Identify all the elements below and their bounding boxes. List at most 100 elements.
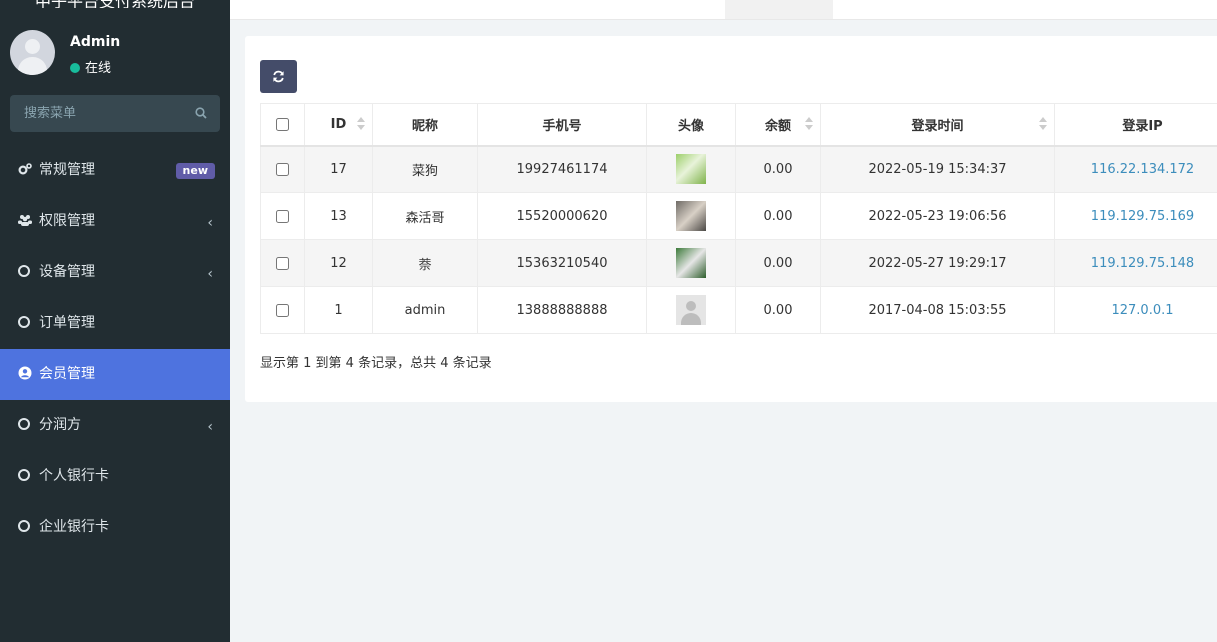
table-row: 1 admin 13888888888 0.00 2017-04-08 15:0… xyxy=(260,286,1217,334)
column-header-avatar: 头像 xyxy=(646,103,736,147)
circle-icon xyxy=(18,265,30,277)
tab[interactable] xyxy=(420,0,480,19)
cell-phone: 15520000620 xyxy=(477,192,647,240)
login-ip-link[interactable]: 119.129.75.169 xyxy=(1054,192,1217,240)
login-ip-link[interactable]: 116.22.134.172 xyxy=(1054,145,1217,193)
menu-search xyxy=(10,95,220,132)
sidebar-item-label: 常规管理 xyxy=(39,162,95,178)
cell-login-time: 2022-05-19 15:34:37 xyxy=(820,145,1055,193)
chevron-left-icon: ‹ xyxy=(207,215,213,231)
sidebar-item-members[interactable]: 会员管理 xyxy=(0,349,230,400)
sidebar-item-company-bank-card[interactable]: 企业银行卡 xyxy=(0,502,230,553)
sidebar-item-label: 分润方 xyxy=(39,417,81,433)
tab-active[interactable] xyxy=(725,0,833,19)
sidebar-menu: 常规管理 new 权限管理 ‹ 设备管理 ‹ 订单管理 会员管理 分润方 ‹ 个… xyxy=(0,145,230,553)
cell-nickname: admin xyxy=(372,286,478,334)
row-checkbox[interactable] xyxy=(276,256,289,270)
tab[interactable] xyxy=(630,0,710,19)
avatar xyxy=(10,30,55,75)
user-circle-icon xyxy=(18,366,32,380)
avatar-thumbnail[interactable] xyxy=(676,201,706,231)
column-header-id[interactable]: ID xyxy=(304,103,373,147)
user-status: 在线 xyxy=(70,57,111,76)
tab[interactable] xyxy=(290,0,370,19)
sidebar-item-permissions[interactable]: 权限管理 ‹ xyxy=(0,196,230,247)
tab[interactable] xyxy=(505,0,595,19)
sort-icon[interactable] xyxy=(805,117,813,131)
brand-title: 中子平台支付系统后台 xyxy=(0,0,230,8)
search-icon[interactable] xyxy=(195,107,207,119)
refresh-button[interactable] xyxy=(260,60,297,93)
user-status-label: 在线 xyxy=(85,61,112,76)
sidebar: 中子平台支付系统后台 Admin 在线 常规管理 new 权限管理 xyxy=(0,0,230,642)
tab[interactable] xyxy=(850,0,930,19)
sort-icon[interactable] xyxy=(1039,117,1047,131)
top-tab-bar xyxy=(230,0,1217,20)
default-avatar-thumbnail[interactable] xyxy=(676,295,706,325)
table-row: 12 萘 15363210540 0.00 2022-05-27 19:29:1… xyxy=(260,239,1217,287)
cell-nickname: 萘 xyxy=(372,239,478,287)
table-row: 13 森活哥 15520000620 0.00 2022-05-23 19:06… xyxy=(260,192,1217,240)
content-panel: ID 昵称 手机号 头像 余额 登录时间 登录IP 17 菜狗 19927461… xyxy=(245,36,1217,402)
sidebar-item-label: 企业银行卡 xyxy=(39,519,109,535)
column-header-nickname: 昵称 xyxy=(372,103,478,147)
chevron-left-icon: ‹ xyxy=(207,266,213,282)
row-checkbox[interactable] xyxy=(276,209,289,223)
cell-balance: 0.00 xyxy=(735,145,821,193)
cell-login-time: 2022-05-23 19:06:56 xyxy=(820,192,1055,240)
row-checkbox[interactable] xyxy=(276,162,289,176)
cell-phone: 19927461174 xyxy=(477,145,647,193)
cell-id: 13 xyxy=(304,192,373,240)
cell-id: 12 xyxy=(304,239,373,287)
sidebar-item-general[interactable]: 常规管理 new xyxy=(0,145,230,196)
avatar-thumbnail[interactable] xyxy=(676,248,706,278)
cogs-icon xyxy=(18,163,32,175)
row-checkbox[interactable] xyxy=(276,303,289,317)
circle-icon xyxy=(18,316,30,328)
search-input[interactable] xyxy=(10,95,180,132)
tab[interactable] xyxy=(1065,0,1165,19)
circle-icon xyxy=(18,418,30,430)
sidebar-item-label: 权限管理 xyxy=(39,213,95,229)
refresh-icon xyxy=(273,70,284,83)
sort-icon[interactable] xyxy=(357,117,365,131)
cell-id: 1 xyxy=(304,286,373,334)
new-badge: new xyxy=(175,163,215,179)
user-name: Admin xyxy=(70,34,121,50)
sidebar-item-devices[interactable]: 设备管理 ‹ xyxy=(0,247,230,298)
select-all-checkbox[interactable] xyxy=(276,117,289,131)
login-ip-link[interactable]: 127.0.0.1 xyxy=(1054,286,1217,334)
sidebar-item-label: 订单管理 xyxy=(39,315,95,331)
column-header-balance[interactable]: 余额 xyxy=(735,103,821,147)
sidebar-item-label: 设备管理 xyxy=(39,264,95,280)
column-header-login-time[interactable]: 登录时间 xyxy=(820,103,1055,147)
tab[interactable] xyxy=(960,0,1040,19)
sidebar-item-profit-share[interactable]: 分润方 ‹ xyxy=(0,400,230,451)
sidebar-item-label: 个人银行卡 xyxy=(39,468,109,484)
circle-icon xyxy=(18,520,30,532)
circle-icon xyxy=(18,469,30,481)
cell-nickname: 菜狗 xyxy=(372,145,478,193)
user-panel: Admin 在线 xyxy=(10,30,220,80)
chevron-left-icon: ‹ xyxy=(207,419,213,435)
sidebar-item-personal-bank-card[interactable]: 个人银行卡 xyxy=(0,451,230,502)
cell-id: 17 xyxy=(304,145,373,193)
cell-login-time: 2022-05-27 19:29:17 xyxy=(820,239,1055,287)
column-header-login-ip: 登录IP xyxy=(1054,103,1217,147)
sidebar-item-label: 会员管理 xyxy=(39,366,95,382)
cell-balance: 0.00 xyxy=(735,192,821,240)
sidebar-item-orders[interactable]: 订单管理 xyxy=(0,298,230,349)
avatar-thumbnail[interactable] xyxy=(676,154,706,185)
cell-nickname: 森活哥 xyxy=(372,192,478,240)
cell-phone: 15363210540 xyxy=(477,239,647,287)
column-header-phone: 手机号 xyxy=(477,103,647,147)
table-row: 17 菜狗 19927461174 0.00 2022-05-19 15:34:… xyxy=(260,145,1217,193)
cell-phone: 13888888888 xyxy=(477,286,647,334)
online-dot-icon xyxy=(70,63,80,73)
cell-balance: 0.00 xyxy=(735,286,821,334)
member-table: ID 昵称 手机号 头像 余额 登录时间 登录IP 17 菜狗 19927461… xyxy=(260,103,1217,334)
cell-login-time: 2017-04-08 15:03:55 xyxy=(820,286,1055,334)
select-all-cell xyxy=(260,103,305,147)
login-ip-link[interactable]: 119.129.75.148 xyxy=(1054,239,1217,287)
cell-balance: 0.00 xyxy=(735,239,821,287)
